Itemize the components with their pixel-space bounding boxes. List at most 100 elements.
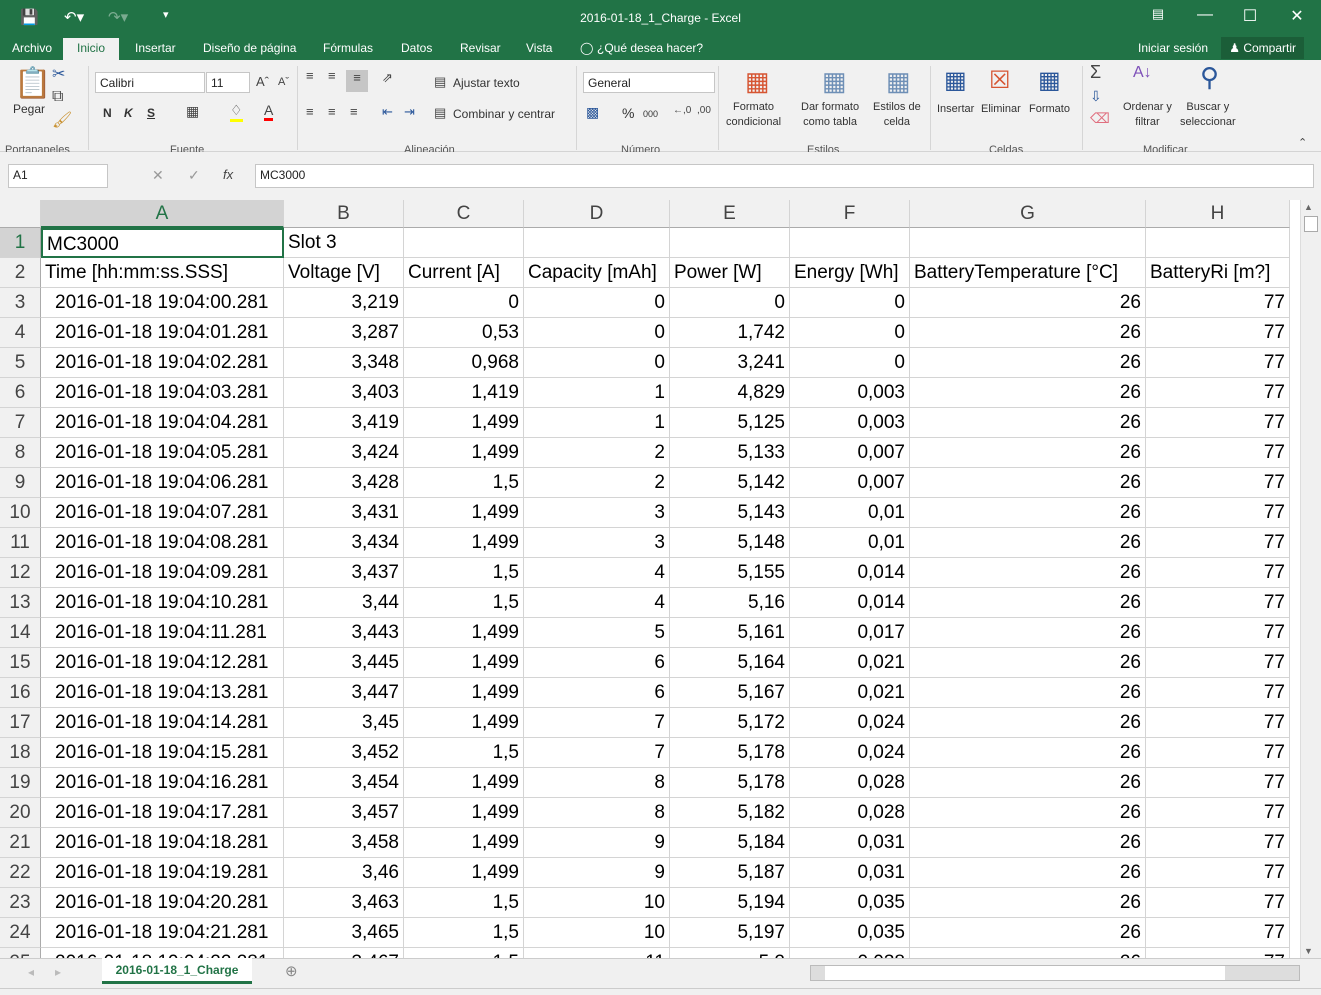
cell-e7[interactable]: 5,125 <box>670 408 790 438</box>
cell-e11[interactable]: 5,148 <box>670 528 790 558</box>
column-header-d[interactable]: D <box>524 200 670 228</box>
cell-h6[interactable]: 77 <box>1146 378 1290 408</box>
sort-filter-button[interactable]: Ordenar y filtrar <box>1123 100 1172 130</box>
cell-c12[interactable]: 1,5 <box>404 558 524 588</box>
paste-button[interactable]: Pegar <box>13 102 45 117</box>
enter-icon[interactable]: ✓ <box>188 167 200 184</box>
cell-g13[interactable]: 26 <box>910 588 1146 618</box>
cell-f7[interactable]: 0,003 <box>790 408 910 438</box>
clear-icon[interactable]: ⌫ <box>1090 110 1110 127</box>
row-header[interactable]: 7 <box>0 408 41 438</box>
cell-a12[interactable]: 2016-01-18 19:04:09.281 <box>41 558 284 588</box>
row-header[interactable]: 23 <box>0 888 41 918</box>
cell-a20[interactable]: 2016-01-18 19:04:17.281 <box>41 798 284 828</box>
cell-h22[interactable]: 77 <box>1146 858 1290 888</box>
cell-a15[interactable]: 2016-01-18 19:04:12.281 <box>41 648 284 678</box>
cell-a25[interactable]: 2016-01-18 19:04:22.281 <box>41 948 284 958</box>
cell-f16[interactable]: 0,021 <box>790 678 910 708</box>
cell-d12[interactable]: 4 <box>524 558 670 588</box>
cell-c3[interactable]: 0 <box>404 288 524 318</box>
cell-a7[interactable]: 2016-01-18 19:04:04.281 <box>41 408 284 438</box>
cell-d16[interactable]: 6 <box>524 678 670 708</box>
cell-b18[interactable]: 3,452 <box>284 738 404 768</box>
cell-h13[interactable]: 77 <box>1146 588 1290 618</box>
cell-f15[interactable]: 0,021 <box>790 648 910 678</box>
cell-d10[interactable]: 3 <box>524 498 670 528</box>
conditional-format-button[interactable]: Formato condicional <box>726 100 781 130</box>
cell-g1[interactable] <box>910 228 1146 258</box>
borders-icon[interactable]: ▦ <box>186 103 199 120</box>
cell-f25[interactable]: 0,038 <box>790 948 910 958</box>
tell-me-input[interactable]: ¿Qué desea hacer? <box>597 41 703 55</box>
cell-h18[interactable]: 77 <box>1146 738 1290 768</box>
row-header[interactable]: 25 <box>0 948 41 958</box>
cell-a3[interactable]: 2016-01-18 19:04:00.281 <box>41 288 284 318</box>
cell-styles-button[interactable]: Estilos de celda <box>873 100 921 130</box>
increase-font-icon[interactable]: Aˆ <box>256 74 269 89</box>
cell-h14[interactable]: 77 <box>1146 618 1290 648</box>
cell-e3[interactable]: 0 <box>670 288 790 318</box>
align-top-icon[interactable]: ≡ <box>306 68 314 83</box>
cell-c6[interactable]: 1,419 <box>404 378 524 408</box>
cell-e8[interactable]: 5,133 <box>670 438 790 468</box>
cell-c14[interactable]: 1,499 <box>404 618 524 648</box>
cell-d6[interactable]: 1 <box>524 378 670 408</box>
cell-c9[interactable]: 1,5 <box>404 468 524 498</box>
cell-c20[interactable]: 1,499 <box>404 798 524 828</box>
cell-d8[interactable]: 2 <box>524 438 670 468</box>
cell-a18[interactable]: 2016-01-18 19:04:15.281 <box>41 738 284 768</box>
cell-c16[interactable]: 1,499 <box>404 678 524 708</box>
column-header-c[interactable]: C <box>404 200 524 228</box>
bold-button[interactable]: N <box>103 106 112 121</box>
cell-g17[interactable]: 26 <box>910 708 1146 738</box>
cell-a6[interactable]: 2016-01-18 19:04:03.281 <box>41 378 284 408</box>
cell-c23[interactable]: 1,5 <box>404 888 524 918</box>
decrease-font-icon[interactable]: Aˇ <box>278 76 289 88</box>
thousands-button[interactable]: 000 <box>643 107 658 122</box>
cell-e6[interactable]: 4,829 <box>670 378 790 408</box>
cell-b22[interactable]: 3,46 <box>284 858 404 888</box>
cell-a14[interactable]: 2016-01-18 19:04:11.281 <box>41 618 284 648</box>
cell-e2[interactable]: Power [W] <box>670 258 790 288</box>
cell-f10[interactable]: 0,01 <box>790 498 910 528</box>
cell-e21[interactable]: 5,184 <box>670 828 790 858</box>
cell-b23[interactable]: 3,463 <box>284 888 404 918</box>
column-header-b[interactable]: B <box>284 200 404 228</box>
column-header-a[interactable]: A <box>41 200 284 228</box>
column-header-e[interactable]: E <box>670 200 790 228</box>
cell-f2[interactable]: Energy [Wh] <box>790 258 910 288</box>
cell-g12[interactable]: 26 <box>910 558 1146 588</box>
h-scroll-thumb[interactable] <box>825 966 1225 980</box>
row-header[interactable]: 15 <box>0 648 41 678</box>
cell-g2[interactable]: BatteryTemperature [°C] <box>910 258 1146 288</box>
cell-g20[interactable]: 26 <box>910 798 1146 828</box>
tab-insertar[interactable]: Insertar <box>135 41 176 55</box>
cell-g8[interactable]: 26 <box>910 438 1146 468</box>
cell-c25[interactable]: 1,5 <box>404 948 524 958</box>
cell-a1[interactable]: MC3000 <box>41 228 284 258</box>
decrease-decimal-icon[interactable]: ,00 <box>697 105 711 116</box>
row-header[interactable]: 3 <box>0 288 41 318</box>
close-button[interactable]: ✕ <box>1277 6 1317 26</box>
cell-c24[interactable]: 1,5 <box>404 918 524 948</box>
fill-color-icon[interactable]: ♢ <box>230 102 243 122</box>
cell-a2[interactable]: Time [hh:mm:ss.SSS] <box>41 258 284 288</box>
tab-revisar[interactable]: Revisar <box>460 41 501 55</box>
cell-g15[interactable]: 26 <box>910 648 1146 678</box>
cell-e5[interactable]: 3,241 <box>670 348 790 378</box>
cell-h5[interactable]: 77 <box>1146 348 1290 378</box>
align-left-icon[interactable]: ≡ <box>306 104 314 119</box>
cell-g5[interactable]: 26 <box>910 348 1146 378</box>
cell-b8[interactable]: 3,424 <box>284 438 404 468</box>
cell-g25[interactable]: 26 <box>910 948 1146 958</box>
cell-b13[interactable]: 3,44 <box>284 588 404 618</box>
cell-c17[interactable]: 1,499 <box>404 708 524 738</box>
cell-a10[interactable]: 2016-01-18 19:04:07.281 <box>41 498 284 528</box>
cell-h8[interactable]: 77 <box>1146 438 1290 468</box>
cell-e24[interactable]: 5,197 <box>670 918 790 948</box>
row-header[interactable]: 13 <box>0 588 41 618</box>
cell-d17[interactable]: 7 <box>524 708 670 738</box>
ribbon-display-icon[interactable]: ▤ <box>1138 6 1178 22</box>
row-header[interactable]: 1 <box>0 228 41 258</box>
cell-b6[interactable]: 3,403 <box>284 378 404 408</box>
